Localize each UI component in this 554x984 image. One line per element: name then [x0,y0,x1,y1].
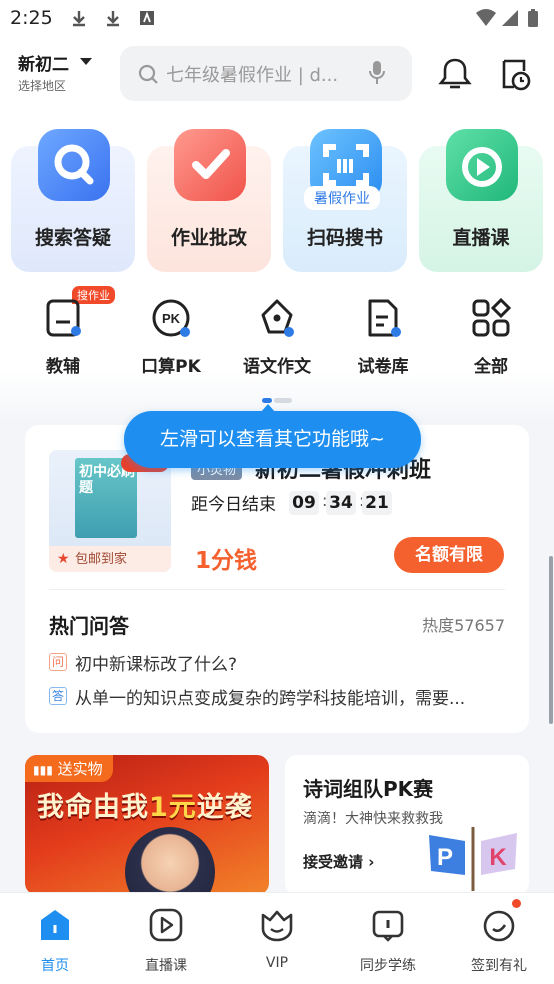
banner-counterattack[interactable]: ▮▮▮ 送实物 我命由我1元逆袭 [25,755,269,895]
top-header: 新初二 选择地区 七年级暑假作业 | d... [0,38,554,112]
svg-text:K: K [489,844,507,871]
notification-dot [512,899,521,908]
checkin-icon [483,910,515,942]
tile-label: 作业批改 [170,227,247,249]
gift-tag-label: 送实物 [57,760,103,778]
fn-label: 语文作文 [243,357,311,377]
tab-label: 直播课 [145,958,187,974]
page-dot-active [262,398,272,403]
limited-quota-button[interactable]: 名额有限 [394,537,504,573]
tab-vip[interactable]: VIP [222,893,332,984]
tab-label: 同步学练 [360,958,416,974]
tab-live[interactable]: 直播课 [111,893,221,984]
star-icon: ★ [57,551,70,567]
tile-homework-check[interactable]: 作业批改 [147,129,271,272]
countdown-label: 距今日结束 [191,495,276,515]
tab-sync-study[interactable]: 同步学练 [333,893,443,984]
tile-live-class[interactable]: 直播课 [419,129,543,272]
download-icon [107,11,119,27]
hot-qa-heat: 热度57657 [422,616,505,635]
tab-home[interactable]: 首页 [0,893,110,984]
tile-search-answer[interactable]: 搜索答疑 [11,129,135,272]
search-icon [38,129,110,201]
tile-label: 搜索答疑 [34,227,111,249]
hot-qa-title: 热门问答 [49,614,129,638]
divider [49,589,505,590]
accept-invite-link[interactable]: 接受邀请 › [303,851,374,872]
tile-label: 扫码搜书 [306,227,383,249]
tile-label: 直播课 [452,227,510,249]
countdown-minutes: 34 [326,491,356,515]
grid-icon [472,298,511,337]
fn-arithmetic-pk[interactable]: PK 口算PK [126,298,216,378]
banner-poetry-pk[interactable]: 诗词组队PK赛 滴滴！大神快来救救我 接受邀请 › P K [285,755,529,895]
search-input[interactable]: 七年级暑假作业 | d... [120,46,412,101]
countdown-seconds: 21 [362,491,392,515]
history-clock-icon[interactable] [498,56,532,92]
download-icon [73,11,85,27]
bottom-tab-bar: 首页 直播课 VIP 同步学练 签到有礼 [0,892,554,984]
chart-bars-icon: ▮▮▮ [33,763,53,777]
question-mark-badge: 问 [49,653,67,671]
fn-label: 全部 [474,357,508,377]
check-icon [174,129,246,201]
banner-title-b: 1元 [149,792,197,823]
wifi-signal-battery-icon [476,9,538,27]
fn-tutorial[interactable]: 教辅 [18,298,108,378]
pk-icon: PK [152,299,190,337]
fn-label: 试卷库 [357,357,409,377]
hot-answer[interactable]: 从单一的知识点变成复杂的跨学科技能培训，需要... [75,684,505,709]
play-icon [446,129,518,201]
tab-checkin-gift[interactable]: 签到有礼 [444,893,554,984]
fn-all[interactable]: 全部 [446,298,536,378]
vip-crown-icon [261,910,293,942]
home-icon [41,910,69,940]
grade-selector[interactable]: 新初二 [18,50,69,75]
notebook-icon [372,910,404,942]
swipe-hint-tooltip[interactable]: 左滑可以查看其它功能哦~ [124,411,421,468]
answer-mark-badge: 答 [49,687,67,705]
scrollbar[interactable] [549,556,553,724]
banner-title: 我命由我1元逆袭 [37,785,253,824]
promo-card[interactable]: 初中必刷题 ★ 包邮到家 小灵物 新初二暑假冲刺班 距今日结束 09 : 34 … [25,425,529,733]
play-icon [149,908,183,942]
paper-icon [368,299,401,337]
book-icon [46,299,81,337]
pen-nib-icon [261,299,294,337]
banner-title-a: 我命由我 [37,792,149,823]
search-icon [138,64,158,84]
svg-text:PK: PK [162,311,181,326]
book-image: 初中必刷题 ★ 包邮到家 [49,450,171,572]
status-bar: 2:25 [0,0,554,38]
fn-label: 口算PK [141,357,201,377]
page-dot [274,398,292,403]
caret-down-icon[interactable] [80,58,92,65]
poetry-pk-title: 诗词组队PK赛 [303,777,434,801]
main-content: 搜索答疑 作业批改 暑假作业 扫码搜书 直播课 搜作业 教辅 PK 口算PK 语… [0,112,554,895]
summer-homework-badge: 暑假作业 [304,186,380,210]
app-notification-icon [140,11,154,25]
free-shipping-label: 包邮到家 [75,552,128,567]
tab-label: 首页 [41,958,69,974]
svg-text:P: P [437,844,453,871]
search-placeholder: 七年级暑假作业 | d... [166,65,339,86]
hot-question[interactable]: 初中新课标改了什么? [75,650,237,675]
pk-flags-icon: P K [429,827,517,891]
tab-label: 签到有礼 [471,958,527,974]
microphone-icon[interactable] [367,60,387,86]
gift-tag: ▮▮▮ 送实物 [25,755,113,782]
notification-bell-icon[interactable] [436,56,474,92]
promo-price: 1分钱 [195,548,258,574]
poetry-pk-subtitle: 滴滴！大神快来救救我 [303,811,443,827]
banner-title-c: 逆袭 [196,792,253,823]
cartoon-character-image [125,827,215,895]
region-selector[interactable]: 选择地区 [18,77,66,94]
countdown-hours: 09 [289,491,319,515]
tile-scan-book[interactable]: 暑假作业 扫码搜书 [283,129,407,272]
fn-chinese-essay[interactable]: 语文作文 [232,298,322,378]
status-time: 2:25 [10,7,53,29]
fn-label: 教辅 [46,357,80,377]
tab-label: VIP [265,955,289,971]
fn-exam-library[interactable]: 试卷库 [338,298,428,378]
